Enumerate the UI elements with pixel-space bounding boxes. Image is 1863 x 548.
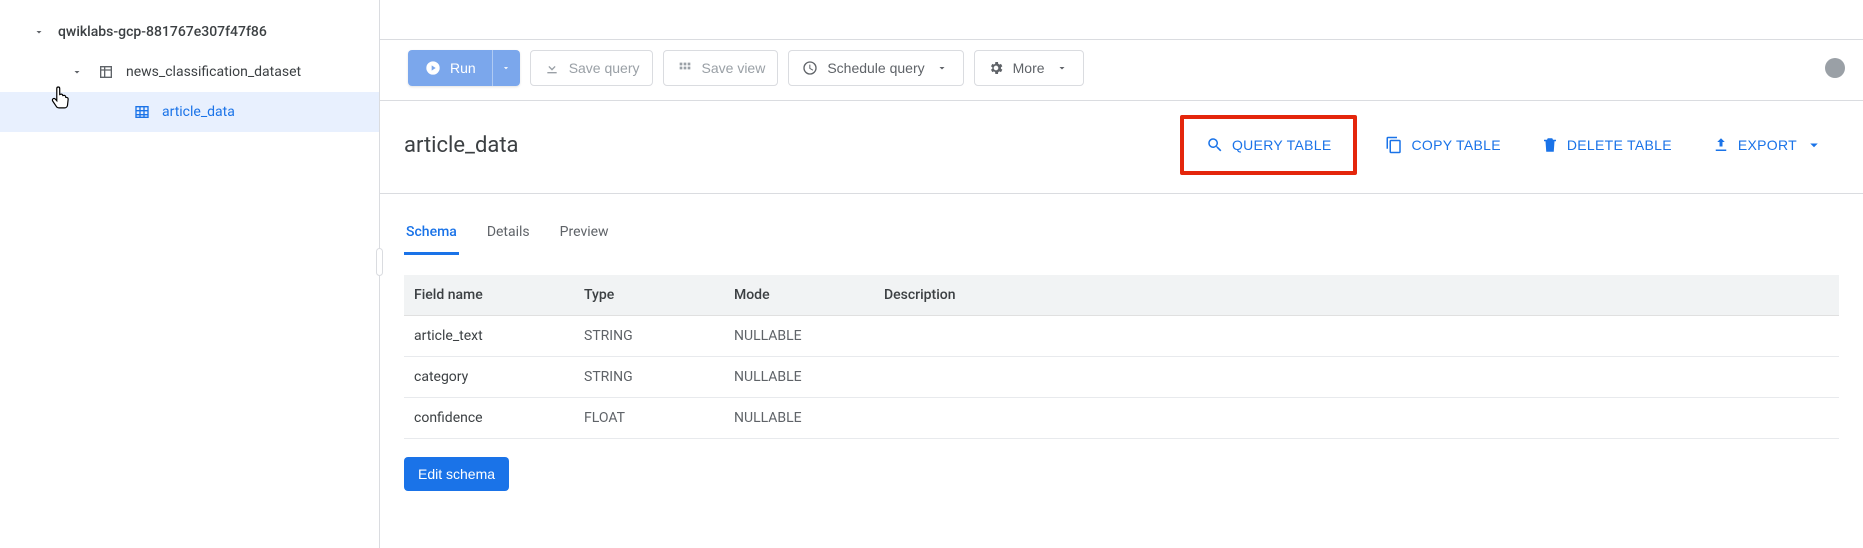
- gear-icon: [987, 59, 1005, 77]
- status-indicator: [1825, 58, 1845, 78]
- table-row: category STRING NULLABLE: [404, 357, 1839, 398]
- table-header: Field name Type Mode Description: [404, 275, 1839, 316]
- cell-type: STRING: [574, 316, 724, 357]
- delete-table-button[interactable]: DELETE TABLE: [1529, 127, 1684, 163]
- edit-schema-button[interactable]: Edit schema: [404, 457, 509, 491]
- dataset-label: news_classification_dataset: [126, 64, 301, 80]
- download-icon: [543, 59, 561, 77]
- more-button[interactable]: More: [974, 50, 1084, 86]
- run-button[interactable]: Run: [408, 50, 492, 86]
- query-toolbar: Run Save query Save view: [380, 40, 1863, 101]
- schedule-query-label: Schedule query: [827, 60, 924, 76]
- project-label: qwiklabs-gcp-881767e307f47f86: [58, 24, 267, 40]
- delete-table-label: DELETE TABLE: [1567, 137, 1672, 153]
- cell-desc: [874, 357, 1839, 398]
- chevron-down-icon[interactable]: [68, 63, 86, 81]
- table-header-row: article_data QUERY TABLE COPY TABLE DELE…: [380, 101, 1863, 194]
- save-query-label: Save query: [569, 60, 640, 76]
- cell-field: category: [404, 357, 574, 398]
- col-field: Field name: [404, 275, 574, 316]
- cell-field: confidence: [404, 398, 574, 439]
- editor-spacer: [380, 0, 1863, 40]
- main-content: Run Save query Save view: [380, 0, 1863, 548]
- copy-table-button[interactable]: COPY TABLE: [1373, 127, 1512, 163]
- schema-table: Field name Type Mode Description article…: [404, 275, 1839, 439]
- tab-schema[interactable]: Schema: [404, 214, 459, 255]
- dataset-node[interactable]: news_classification_dataset: [0, 52, 379, 92]
- run-label: Run: [450, 60, 476, 76]
- schedule-query-button[interactable]: Schedule query: [788, 50, 963, 86]
- project-node[interactable]: qwiklabs-gcp-881767e307f47f86: [0, 12, 379, 52]
- chevron-down-icon: [1805, 136, 1823, 154]
- page-title: article_data: [404, 133, 1164, 158]
- table-row: confidence FLOAT NULLABLE: [404, 398, 1839, 439]
- save-view-label: Save view: [702, 60, 766, 76]
- play-icon: [424, 59, 442, 77]
- dataset-icon: [96, 64, 116, 80]
- save-query-button[interactable]: Save query: [530, 50, 653, 86]
- table-node[interactable]: article_data: [0, 92, 379, 132]
- chevron-down-icon[interactable]: [30, 23, 48, 41]
- query-table-button[interactable]: QUERY TABLE: [1194, 127, 1344, 163]
- save-view-button[interactable]: Save view: [663, 50, 779, 86]
- detail-tabs: Schema Details Preview: [380, 214, 1863, 255]
- cell-desc: [874, 398, 1839, 439]
- chevron-down-icon: [933, 59, 951, 77]
- chevron-down-icon: [1053, 59, 1071, 77]
- cell-type: FLOAT: [574, 398, 724, 439]
- col-type: Type: [574, 275, 724, 316]
- run-dropdown[interactable]: [492, 50, 520, 86]
- cell-mode: NULLABLE: [724, 357, 874, 398]
- tab-details[interactable]: Details: [485, 214, 532, 255]
- explorer-sidebar: qwiklabs-gcp-881767e307f47f86 news_class…: [0, 0, 380, 548]
- cell-desc: [874, 316, 1839, 357]
- query-table-label: QUERY TABLE: [1232, 137, 1332, 153]
- export-label: EXPORT: [1738, 137, 1797, 153]
- clock-icon: [801, 59, 819, 77]
- copy-table-label: COPY TABLE: [1411, 137, 1500, 153]
- pane-resize-handle[interactable]: [376, 248, 383, 276]
- more-label: More: [1013, 60, 1045, 76]
- table-row: article_text STRING NULLABLE: [404, 316, 1839, 357]
- cell-mode: NULLABLE: [724, 398, 874, 439]
- cell-mode: NULLABLE: [724, 316, 874, 357]
- col-mode: Mode: [724, 275, 874, 316]
- col-desc: Description: [874, 275, 1839, 316]
- grid-icon: [676, 59, 694, 77]
- cell-type: STRING: [574, 357, 724, 398]
- table-icon: [132, 104, 152, 120]
- table-label: article_data: [162, 104, 235, 120]
- cell-field: article_text: [404, 316, 574, 357]
- export-button[interactable]: EXPORT: [1700, 127, 1835, 163]
- schema-panel: Field name Type Mode Description article…: [380, 255, 1863, 511]
- query-table-highlight: QUERY TABLE: [1180, 115, 1358, 175]
- tab-preview[interactable]: Preview: [558, 214, 611, 255]
